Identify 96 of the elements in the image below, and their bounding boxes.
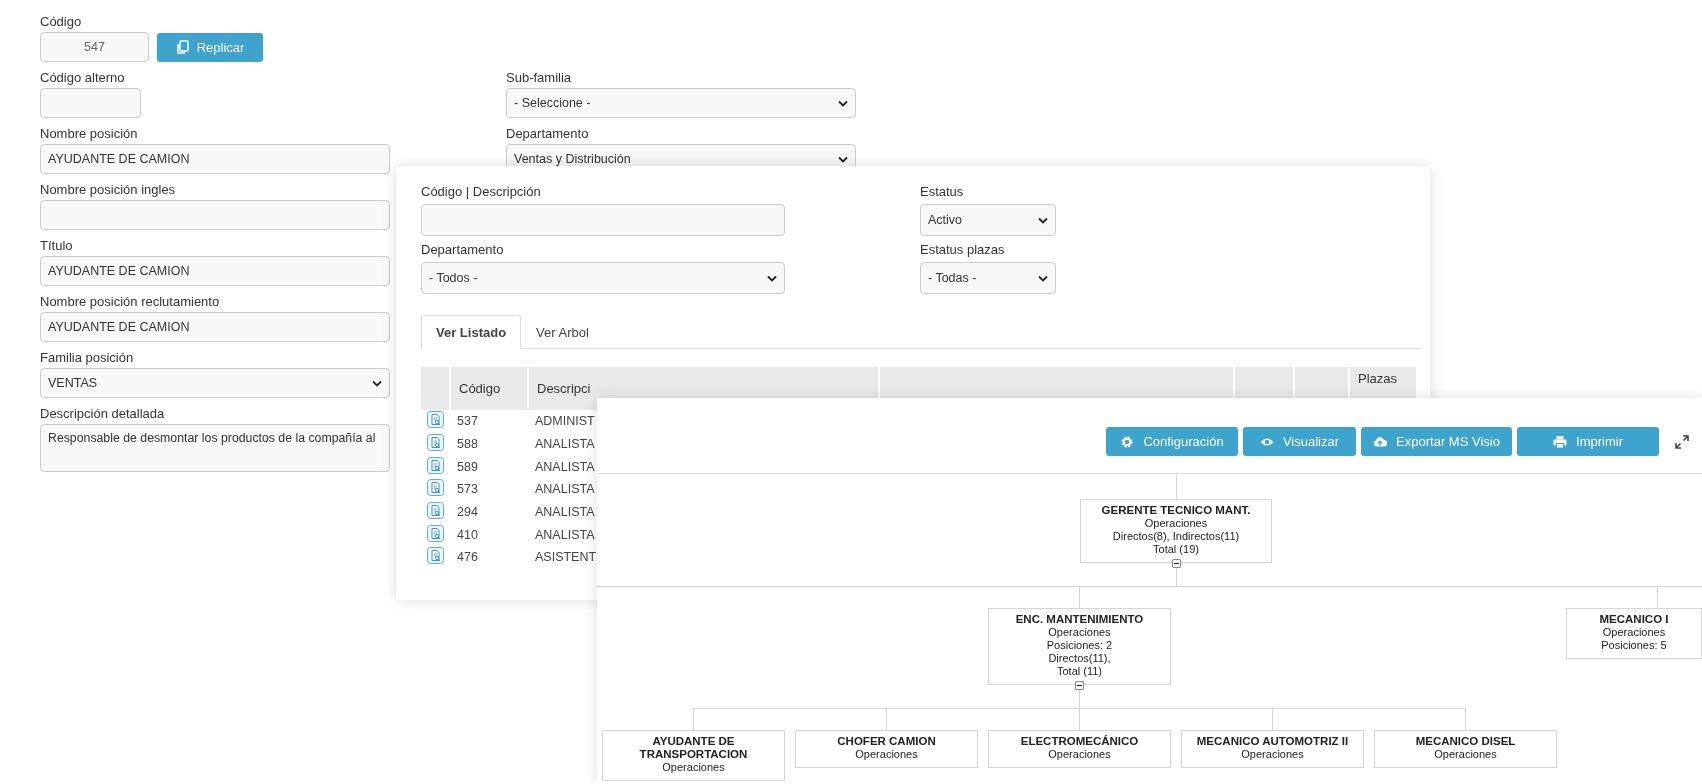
field-label: Nombre posición ingles: [40, 181, 176, 199]
field-label: Código | Descripción: [421, 183, 541, 201]
node-title: ELECTROMECÁNICO: [1019, 735, 1140, 748]
table-cell-text: 410: [456, 527, 479, 542]
input-field[interactable]: AYUDANTE DE CAMION: [40, 312, 390, 342]
select-field[interactable]: Activo: [920, 204, 1056, 236]
table-cell-text: ANALISTA: [534, 527, 596, 542]
field-label: Estatus: [920, 183, 964, 201]
field-label: Estatus plazas: [920, 241, 1005, 259]
gear-icon: [1120, 434, 1135, 449]
printer-icon: [1553, 434, 1568, 449]
column-header: Descripci: [537, 381, 591, 396]
node-text: Operaciones: [1601, 626, 1667, 639]
input-field[interactable]: AYUDANTE DE CAMION: [40, 144, 390, 174]
table-cell-text: 294: [456, 505, 479, 520]
document-search-icon: [427, 479, 444, 497]
text-area[interactable]: Responsable de desmontar los productos de la compañía al: [40, 424, 390, 472]
field-label: Departamento: [421, 241, 504, 259]
cloud-upload-icon: [1373, 434, 1388, 449]
table-cell-text: 476: [456, 550, 479, 565]
select-field[interactable]: - Seleccione -: [506, 88, 856, 118]
node-text: Total (19): [1152, 543, 1200, 556]
select-field[interactable]: - Todos -: [421, 262, 785, 294]
table-cell-text: ANALISTA: [534, 437, 596, 452]
expand-icon[interactable]: [1674, 433, 1690, 450]
node-text: Posiciones: 2: [1045, 639, 1114, 652]
node-text: Posiciones: 5: [1600, 639, 1668, 652]
copy-icon: [175, 40, 190, 54]
field-label: Sub-familia: [506, 69, 572, 87]
select-field[interactable]: - Todas -: [920, 262, 1056, 294]
node-title: GERENTE TECNICO MANT.: [1100, 504, 1252, 517]
field-label: Título: [40, 237, 73, 255]
node-title: MECANICO I: [1598, 613, 1670, 626]
chevron-down-icon: [838, 155, 848, 163]
table-cell-text: ADMINIST: [534, 414, 596, 429]
collapse-icon[interactable]: [1075, 681, 1084, 690]
input-field[interactable]: [40, 88, 141, 118]
input-field[interactable]: 547: [40, 32, 149, 62]
table-cell-text: 588: [456, 437, 479, 452]
collapse-icon[interactable]: [1172, 559, 1181, 568]
chevron-down-icon: [1038, 216, 1048, 224]
org-chart-node[interactable]: GERENTE TECNICO MANT. Operaciones Directos(8), Indirectos(11) Total (19): [1080, 499, 1272, 563]
input-field[interactable]: AYUDANTE DE CAMION: [40, 256, 390, 286]
org-chart-node[interactable]: AYUDANTE DE TRANSPORTACION Operaciones: [602, 730, 785, 781]
org-chart-node[interactable]: ENC. MANTENIMIENTO Operaciones Posiciones: 2 Directos(11), Total (11): [988, 608, 1171, 685]
table-cell-text: ANALISTA: [534, 459, 596, 474]
table-cell-text: 589: [456, 459, 479, 474]
column-header: Plazas: [1358, 371, 1398, 386]
chevron-down-icon: [372, 379, 382, 387]
field-label: Nombre posición reclutamiento: [40, 293, 220, 311]
node-text: Operaciones: [661, 761, 726, 774]
input-field[interactable]: [421, 204, 785, 236]
node-text: Directos(11),: [1047, 652, 1112, 665]
document-search-icon: [427, 456, 444, 474]
field-label: Nombre posición: [40, 125, 138, 143]
field-label: Familia posición: [40, 349, 134, 367]
field-label: Código: [40, 13, 82, 31]
document-search-icon: [427, 434, 444, 452]
document-search-icon: [427, 411, 444, 429]
table-cell-text: 573: [456, 482, 479, 497]
column-header: Código: [459, 381, 501, 396]
node-text: Operaciones: [1433, 748, 1498, 761]
node-text: Operaciones: [1240, 748, 1305, 761]
document-search-icon: [427, 502, 444, 520]
chevron-down-icon: [1038, 274, 1048, 282]
node-text: Directos(8), Indirectos(11): [1111, 530, 1241, 543]
tab[interactable]: Ver Arbol: [521, 315, 604, 349]
chevron-down-icon: [838, 99, 848, 107]
org-chart-node[interactable]: CHOFER CAMION Operaciones: [795, 730, 978, 768]
table-cell-text: ANALISTA: [534, 482, 596, 497]
node-text: Total (11): [1055, 665, 1103, 678]
table-cell-text: 537: [456, 414, 479, 429]
node-title: CHOFER CAMION: [836, 735, 937, 748]
chevron-down-icon: [767, 274, 777, 282]
org-chart-node[interactable]: MECANICO AUTOMOTRIZ II Operaciones: [1181, 730, 1364, 768]
org-chart-node[interactable]: ELECTROMECÁNICO Operaciones: [988, 730, 1171, 768]
org-chart-node[interactable]: MECANICO DISEL Operaciones: [1374, 730, 1557, 768]
field-label: Descripción detallada: [40, 405, 165, 423]
org-chart-node[interactable]: MECANICO I Operaciones Posiciones: 5: [1566, 608, 1702, 659]
document-search-icon: [427, 524, 444, 542]
table-cell-text: ANALISTA: [534, 505, 596, 520]
input-field[interactable]: [40, 200, 390, 230]
node-title: MECANICO AUTOMOTRIZ II: [1195, 735, 1350, 748]
node-title: MECANICO DISEL: [1414, 735, 1517, 748]
document-search-icon: [427, 547, 444, 565]
node-text: Operaciones: [1143, 517, 1209, 530]
node-text: Operaciones: [1047, 748, 1112, 761]
field-label: Código alterno: [40, 69, 125, 87]
node-text: Operaciones: [1047, 626, 1112, 639]
table-cell-text: ASISTENT: [534, 550, 598, 565]
field-label: Departamento: [506, 125, 589, 143]
select-field[interactable]: VENTAS: [40, 368, 390, 398]
node-text: Operaciones: [854, 748, 919, 761]
tab[interactable]: Ver Listado: [421, 315, 522, 349]
node-title: AYUDANTE DE TRANSPORTACION: [638, 735, 749, 761]
node-title: ENC. MANTENIMIENTO: [1014, 613, 1145, 626]
